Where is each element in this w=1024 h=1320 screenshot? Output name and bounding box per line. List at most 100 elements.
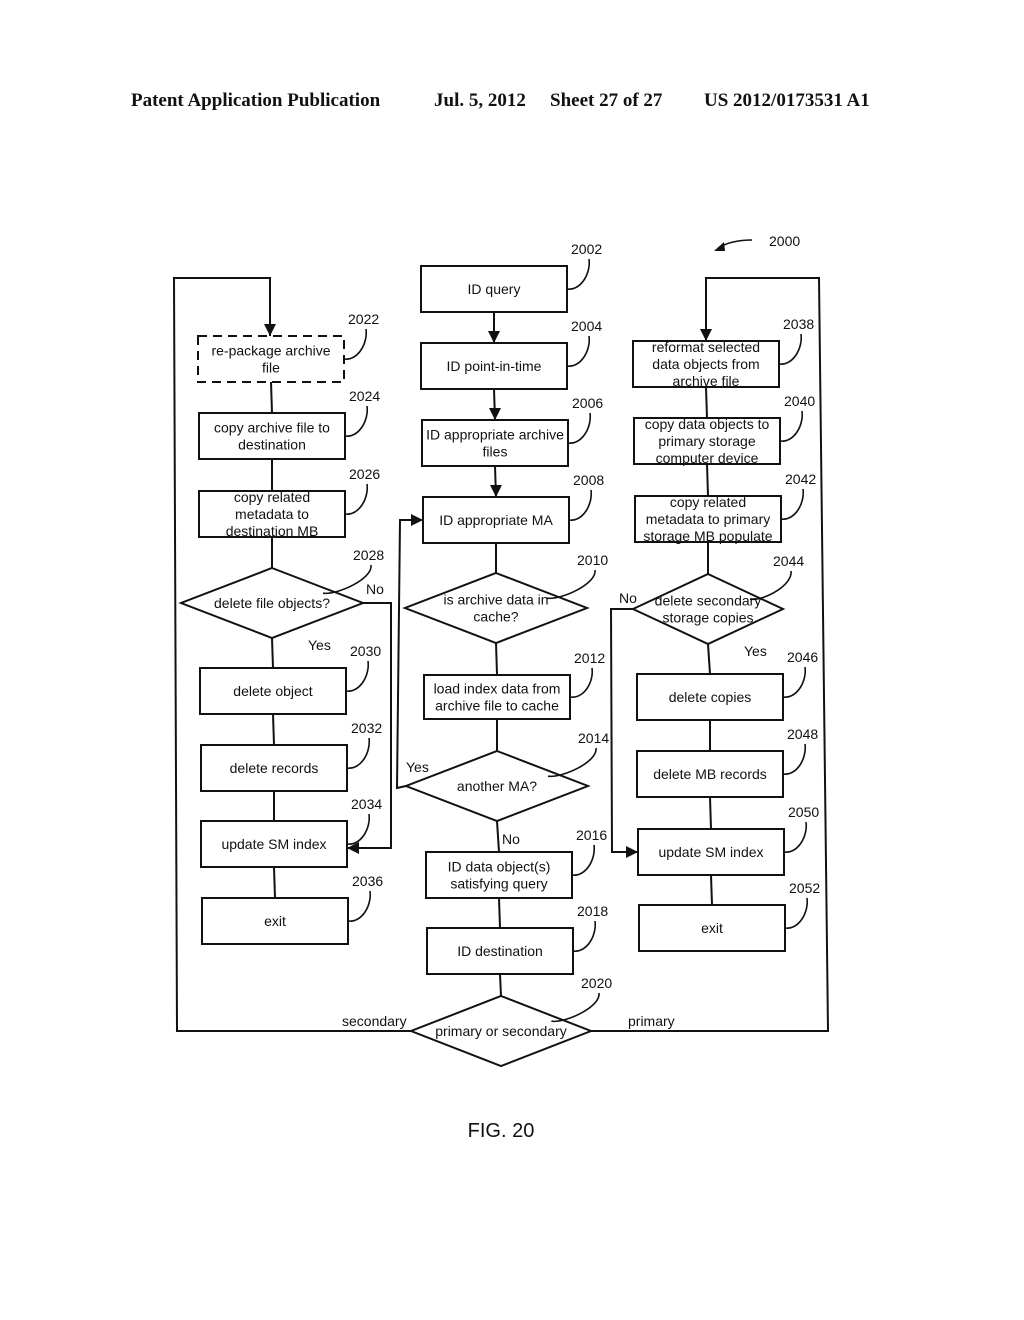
node-label: delete secondary (655, 593, 762, 609)
node-label: metadata to (235, 506, 309, 522)
ref-number: 2010 (577, 552, 608, 568)
ref-leader (551, 992, 600, 1023)
ref-leader (344, 483, 369, 515)
ref-leader (344, 405, 369, 437)
ref-leader (568, 489, 593, 521)
no-path (609, 608, 638, 853)
figure-ref: 2000 (769, 233, 800, 249)
arrow-down-icon (490, 485, 502, 497)
node-label: exit (264, 913, 286, 929)
node-label: computer device (656, 450, 759, 466)
node-2006: ID appropriate archivefiles 2006 (421, 395, 603, 467)
ref-leader (780, 488, 805, 520)
node-2042: copy relatedmetadata to primarystorage M… (634, 471, 816, 544)
connector (498, 897, 501, 929)
ref-number: 2020 (581, 975, 612, 991)
node-2030: delete object 2030 (199, 643, 381, 715)
branch-label-yes: Yes (308, 637, 331, 653)
node-2024: copy archive file todestination 2024 (198, 388, 380, 460)
node-label: satisfying query (450, 876, 547, 892)
ref-number: 2012 (574, 650, 605, 666)
ref-number: 2030 (350, 643, 381, 659)
ref-leader (547, 747, 597, 778)
ref-leader (779, 410, 804, 442)
ref-number: 2034 (351, 796, 382, 812)
nodes: ID query 2002 ID point-in-time 2004 ID appro… (178, 241, 820, 1068)
node-label: ID query (468, 281, 521, 297)
ref-number: 2014 (578, 730, 609, 746)
ref-leader (567, 412, 592, 444)
connector (270, 381, 273, 414)
ref-number: 2032 (351, 720, 382, 736)
connector (705, 386, 708, 419)
branch-label-no: No (502, 831, 520, 847)
arrow-down-icon (488, 331, 500, 343)
node-label: destination (238, 437, 306, 453)
flowchart: ID query 2002 ID point-in-time 2004 ID appro… (172, 233, 830, 1142)
ref-number: 2008 (573, 472, 604, 488)
branch-label-secondary: secondary (342, 1013, 407, 1029)
ref-number: 2028 (353, 547, 384, 563)
ref-number: 2004 (571, 318, 602, 334)
node-2036: exit 2036 (201, 873, 383, 945)
ref-leader (572, 920, 597, 952)
ref-number: 2036 (352, 873, 383, 889)
branch-label-primary: primary (628, 1013, 675, 1029)
ref-number: 2018 (577, 903, 608, 919)
node-2050: update SM index 2050 (637, 804, 819, 876)
node-label: destination MB (226, 523, 319, 539)
node-label: delete records (230, 760, 319, 776)
node-label: file (262, 360, 280, 376)
connector (273, 866, 276, 899)
node-label: ID data object(s) (448, 859, 551, 875)
ref-leader (782, 666, 807, 698)
ref-leader (778, 333, 803, 365)
branch-label-yes: Yes (744, 643, 767, 659)
ref-leader (566, 335, 591, 367)
ref-leader (783, 821, 808, 853)
node-label: reformat selected (652, 339, 760, 355)
ref-number: 2048 (787, 726, 818, 742)
ref-leader (571, 844, 596, 876)
figure-caption: FIG. 20 (468, 1120, 535, 1142)
ref-number: 2016 (576, 827, 607, 843)
ref-leader (569, 667, 594, 698)
ref-leader (347, 890, 372, 922)
ref-number: 2024 (349, 388, 380, 404)
ref-number: 2026 (349, 466, 380, 482)
ref-leader (546, 569, 596, 600)
node-label: copy archive file to (214, 420, 330, 436)
node-2014: another MA? 2014 (403, 730, 609, 823)
node-2052: exit 2052 (638, 880, 820, 952)
node-label: cache? (473, 609, 518, 625)
node-2028: delete file objects? 2028 (178, 547, 384, 640)
connector (499, 973, 502, 997)
connector (495, 642, 498, 676)
node-2032: delete records 2032 (200, 720, 382, 792)
ref-number: 2052 (789, 880, 820, 896)
node-label: copy related (670, 494, 746, 510)
node-label: primary storage (658, 433, 755, 449)
connector (496, 820, 500, 853)
ref-leader (343, 328, 368, 360)
connector (709, 796, 712, 830)
connector (710, 874, 713, 906)
node-2026: copy relatedmetadata todestination MB 202… (198, 466, 380, 539)
ref-number: 2042 (785, 471, 816, 487)
node-label: ID point-in-time (447, 358, 542, 374)
ref-number: 2044 (773, 553, 804, 569)
branch-label-yes: Yes (406, 759, 429, 775)
node-2040: copy data objects toprimary storagecompu… (633, 393, 815, 466)
connector (707, 643, 711, 675)
node-label: storage MB populate (643, 528, 772, 544)
node-2008: ID appropriate MA 2008 (422, 472, 604, 544)
node-2002: ID query 2002 (420, 241, 602, 313)
node-label: storage copies (662, 610, 753, 626)
node-label: ID destination (457, 943, 543, 959)
node-2044: delete secondarystorage copies 2044 (630, 553, 804, 646)
node-label: is archive data in (443, 592, 548, 608)
node-label: files (483, 444, 508, 460)
node-2010: is archive data incache? 2010 (402, 552, 608, 645)
arrow-right-icon (411, 514, 423, 526)
node-label: primary or secondary (435, 1023, 567, 1039)
